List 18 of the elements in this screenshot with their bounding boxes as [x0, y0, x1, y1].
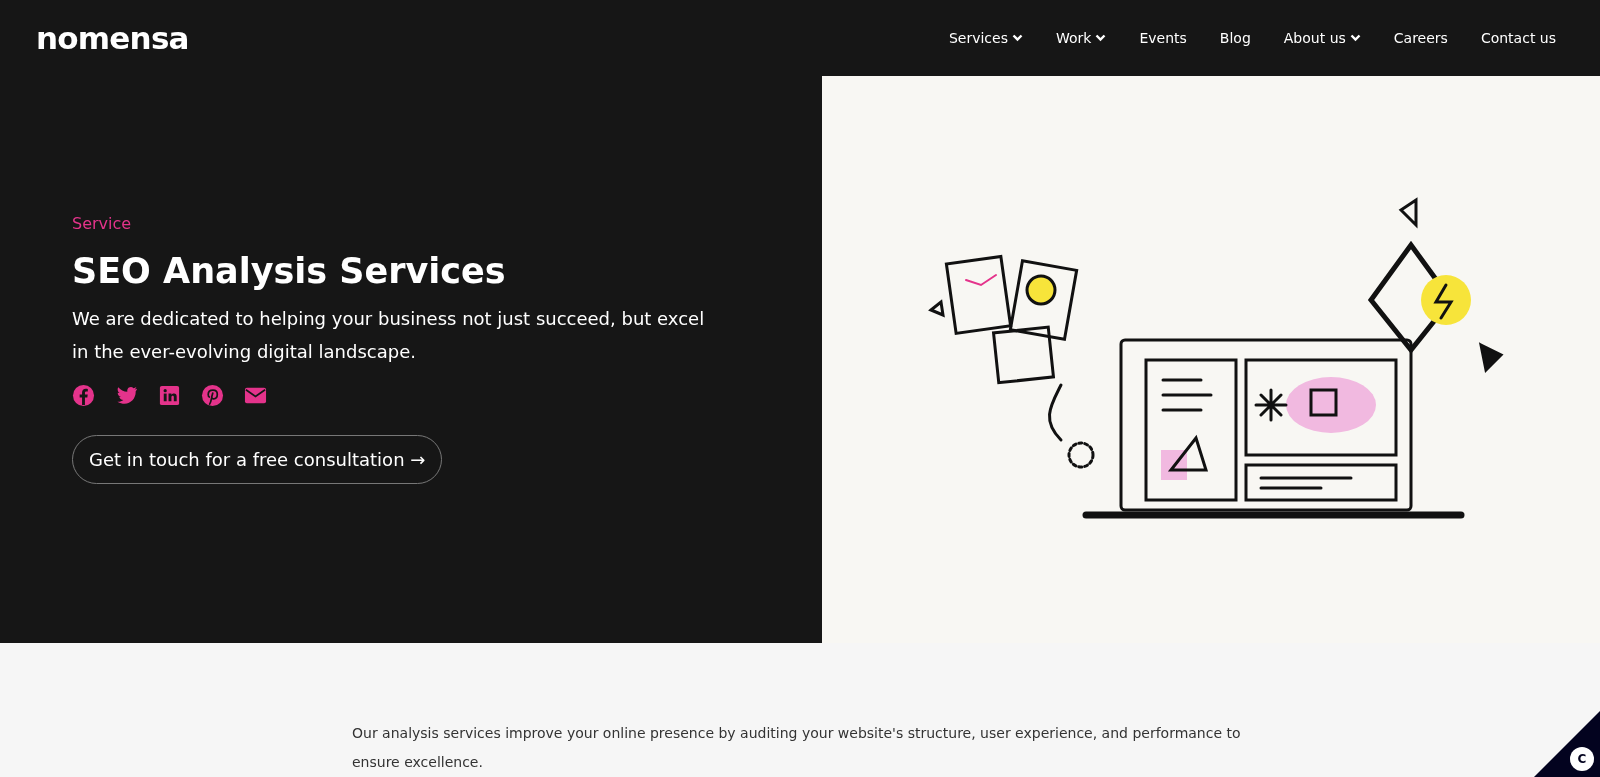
nav-link[interactable]: Contact us	[1480, 27, 1556, 49]
facebook-icon[interactable]	[72, 383, 95, 407]
nav-link[interactable]: Events	[1139, 27, 1187, 49]
chevron-down-icon	[1095, 34, 1107, 42]
nav-link[interactable]: Services	[948, 27, 1023, 49]
nav-link[interactable]: Careers	[1393, 27, 1448, 49]
nav-link[interactable]: Blog	[1219, 27, 1251, 49]
page-title: SEO Analysis Services	[72, 250, 507, 293]
chevron-down-icon	[1349, 34, 1361, 42]
logo[interactable]: nomensa	[36, 22, 189, 54]
hero-description: We are dedicated to helping your business not just succeed, but excel in the ever-evolving digital landscape.	[72, 306, 706, 364]
pinterest-icon[interactable]	[201, 383, 224, 407]
intro-paragraph: Our analysis services improve your online presence by auditing your website's structure, user experience, and performance to ensure excellence.	[352, 724, 1242, 772]
nav-link[interactable]: Work	[1056, 27, 1107, 49]
eyebrow-label: Service	[72, 213, 133, 235]
linkedin-icon[interactable]	[158, 383, 181, 407]
nav-link[interactable]: About us	[1283, 27, 1361, 49]
chevron-down-icon	[1012, 34, 1023, 42]
